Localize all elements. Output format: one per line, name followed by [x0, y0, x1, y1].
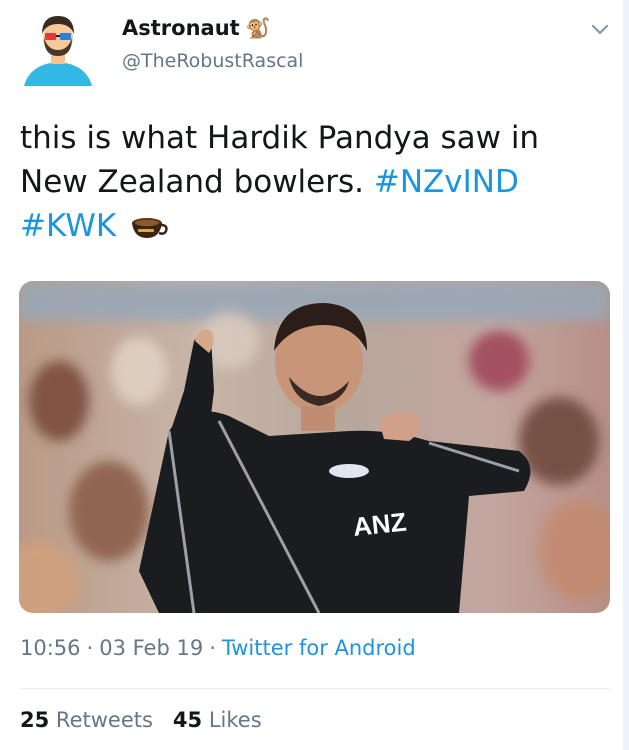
coffee-icon [132, 218, 168, 238]
meta-separator: · [86, 636, 94, 660]
tweet-source[interactable]: Twitter for Android [222, 636, 416, 660]
retweets-stat[interactable]: 25 Retweets [20, 708, 153, 732]
tweet-text-line1: this is what Hardik Pandya saw in [20, 120, 540, 156]
tweet-time: 10:56 [20, 636, 81, 660]
monkey-emoji-icon: 🐒 [245, 16, 271, 40]
avatar[interactable] [18, 8, 98, 88]
divider [20, 688, 610, 689]
author-handle[interactable]: @TheRobustRascal [122, 50, 303, 72]
tweet-meta: 10:56 · 03 Feb 19 · Twitter for Android [20, 636, 416, 660]
likes-stat[interactable]: 45 Likes [173, 708, 262, 732]
tweet-text-line2: New Zealand bowlers. [20, 164, 364, 200]
likes-count: 45 [172, 708, 203, 732]
tweet-date: 03 Feb 19 [99, 636, 204, 660]
hashtag-nzvind[interactable]: #NZvIND [374, 164, 519, 200]
hashtag-kwk[interactable]: #KWK [20, 208, 116, 244]
tweet-header: Astronaut 🐒 @TheRobustRascal [18, 8, 618, 88]
right-border [623, 0, 629, 750]
meta-separator: · [209, 636, 216, 660]
tweet-photo[interactable]: ANZ [19, 281, 610, 613]
retweets-count: 25 [20, 708, 50, 732]
likes-label: Likes [208, 708, 262, 732]
tweet-stats: 25 Retweets 45 Likes [20, 708, 262, 732]
chevron-down-icon[interactable] [588, 18, 612, 42]
tweet-text: this is what Hardik Pandya saw in New Ze… [20, 116, 580, 248]
retweets-label: Retweets [55, 708, 153, 732]
jersey-sponsor-text: ANZ [351, 507, 407, 542]
author-name[interactable]: Astronaut [122, 16, 240, 40]
